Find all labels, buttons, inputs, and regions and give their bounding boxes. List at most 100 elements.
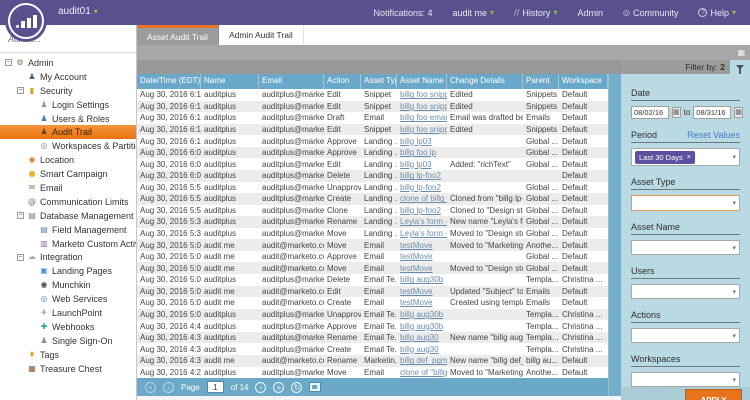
table-row[interactable]: Aug 30, 2016 6:11 PMauditplusauditplus@m… bbox=[137, 124, 608, 136]
tab-admin-audit-trail[interactable]: Admin Audit Trail bbox=[219, 25, 304, 45]
cell-asset-name[interactable]: billg lp-foo2 bbox=[397, 183, 447, 192]
top-menu-history[interactable]: //History▾ bbox=[514, 8, 557, 18]
cell-asset-name[interactable]: billg aug30b bbox=[397, 322, 447, 331]
sidebar-item-admin[interactable]: −⚙Admin bbox=[0, 56, 136, 70]
cell-asset-name[interactable]: billg lp03 bbox=[397, 137, 447, 146]
sidebar-item-web-services[interactable]: ◎Web Services bbox=[0, 292, 136, 306]
asset-name-select[interactable]: ▾ bbox=[631, 240, 740, 255]
cell-asset-name[interactable]: testMove bbox=[397, 252, 447, 261]
tree-collapse-toggle[interactable]: − bbox=[5, 59, 12, 66]
remove-tag-icon[interactable]: × bbox=[687, 154, 691, 161]
table-row[interactable]: Aug 30, 2016 4:38 PMauditplusauditplus@m… bbox=[137, 343, 608, 355]
sidebar-item-workspaces-partitions[interactable]: ◎Workspaces & Partitions bbox=[0, 139, 136, 153]
table-row[interactable]: Aug 30, 2016 6:13 PMauditplusauditplus@m… bbox=[137, 89, 608, 101]
table-row[interactable]: Aug 30, 2016 4:31 PMaudit meaudit@market… bbox=[137, 355, 608, 367]
sidebar-item-audit-trail[interactable]: ♟Audit Trail bbox=[0, 125, 136, 139]
cell-asset-name[interactable]: testMove bbox=[397, 287, 447, 296]
table-row[interactable]: Aug 30, 2016 6:07 PMauditplusauditplus@m… bbox=[137, 158, 608, 170]
calendar-icon[interactable]: ▦ bbox=[737, 48, 745, 57]
date-from-calendar-icon[interactable]: ▦ bbox=[672, 107, 681, 118]
table-row[interactable]: Aug 30, 2016 4:27 PMauditplusauditplus@m… bbox=[137, 367, 608, 379]
sidebar-item-email[interactable]: ✉Email bbox=[0, 181, 136, 195]
reset-values-link[interactable]: Reset Values bbox=[687, 130, 740, 140]
actions-select[interactable]: ▾ bbox=[631, 328, 740, 343]
table-row[interactable]: Aug 30, 2016 5:34 PMauditplusauditplus@m… bbox=[137, 216, 608, 228]
export-icon[interactable] bbox=[309, 382, 321, 392]
cell-asset-name[interactable]: testMove bbox=[397, 298, 447, 307]
tab-asset-audit-trail[interactable]: Asset Audit Trail bbox=[137, 25, 219, 45]
sidebar-item-marketo-custom-activities[interactable]: ▥Marketo Custom Activities bbox=[0, 237, 136, 251]
cell-asset-name[interactable]: billg lp-foo2 bbox=[397, 206, 447, 215]
column-header-date-time-edt[interactable]: Date/Time (EDT)▾ bbox=[137, 74, 201, 89]
date-from-input[interactable] bbox=[631, 106, 669, 119]
cell-asset-name[interactable]: clone of "billg f... bbox=[397, 368, 447, 377]
top-menu-help[interactable]: ?Help▾ bbox=[698, 8, 736, 18]
asset-type-select[interactable]: ▾ bbox=[631, 195, 740, 211]
cell-asset-name[interactable]: clone of billg lp... bbox=[397, 194, 447, 203]
sidebar-item-landing-pages[interactable]: ▣Landing Pages bbox=[0, 264, 136, 278]
sidebar-item-login-settings[interactable]: ♟Login Settings bbox=[0, 98, 136, 112]
cell-asset-name[interactable]: billg aug30b bbox=[397, 310, 447, 319]
sidebar-item-smart-campaign[interactable]: ●Smart Campaign bbox=[0, 167, 136, 181]
cell-asset-name[interactable]: billg lp03 bbox=[397, 160, 447, 169]
table-row[interactable]: Aug 30, 2016 6:06 PMauditplusauditplus@m… bbox=[137, 170, 608, 182]
cell-asset-name[interactable]: billg foo snippet bbox=[397, 90, 447, 99]
prev-page-button[interactable]: ‹ bbox=[163, 382, 174, 393]
table-row[interactable]: Aug 30, 2016 4:40 PMauditplusauditplus@m… bbox=[137, 320, 608, 332]
sidebar-item-treasure-chest[interactable]: ▦Treasure Chest bbox=[0, 362, 136, 376]
cell-asset-name[interactable]: billg foo snippe... bbox=[397, 125, 447, 134]
cell-asset-name[interactable]: billg foo lp bbox=[397, 148, 447, 157]
top-menu-admin[interactable]: Admin bbox=[577, 8, 603, 18]
next-page-button[interactable]: › bbox=[255, 382, 266, 393]
cell-asset-name[interactable]: billg foo email 03 bbox=[397, 113, 447, 122]
sidebar-item-single-sign-on[interactable]: ♟Single Sign-On bbox=[0, 334, 136, 348]
last-page-button[interactable]: » bbox=[273, 382, 284, 393]
column-header-asset-name[interactable]: Asset Name bbox=[397, 74, 447, 89]
table-row[interactable]: Aug 30, 2016 6:13 PMauditplusauditplus@m… bbox=[137, 101, 608, 113]
marketo-logo-icon[interactable] bbox=[8, 3, 44, 39]
sidebar-item-location[interactable]: ◉Location bbox=[0, 153, 136, 167]
sidebar-item-communication-limits[interactable]: @Communication Limits bbox=[0, 195, 136, 209]
table-row[interactable]: Aug 30, 2016 5:01 PMaudit meaudit@market… bbox=[137, 297, 608, 309]
period-select[interactable]: Last 30 Days × ▾ bbox=[631, 148, 740, 166]
apply-button[interactable]: APPLY bbox=[685, 389, 742, 400]
first-page-button[interactable]: « bbox=[145, 382, 156, 393]
table-row[interactable]: Aug 30, 2016 5:52 PMauditplusauditplus@m… bbox=[137, 205, 608, 217]
table-row[interactable]: Aug 30, 2016 5:03 PMaudit meaudit@market… bbox=[137, 239, 608, 251]
table-row[interactable]: Aug 30, 2016 5:03 PMaudit meaudit@market… bbox=[137, 251, 608, 263]
sidebar-item-database-management[interactable]: −▤Database Management bbox=[0, 209, 136, 223]
table-row[interactable]: Aug 30, 2016 5:02 PMaudit meaudit@market… bbox=[137, 286, 608, 298]
sidebar-item-tags[interactable]: ♦Tags bbox=[0, 348, 136, 362]
account-menu[interactable]: audit01▾ bbox=[58, 6, 98, 17]
sidebar-item-webhooks[interactable]: ✚Webhooks bbox=[0, 320, 136, 334]
workspaces-select[interactable]: ▾ bbox=[631, 372, 740, 387]
table-row[interactable]: Aug 30, 2016 5:30 PMauditplusauditplus@m… bbox=[137, 228, 608, 240]
notifications-link[interactable]: Notifications: 4 bbox=[373, 8, 432, 18]
table-row[interactable]: Aug 30, 2016 5:02 PMauditplusauditplus@m… bbox=[137, 274, 608, 286]
cell-asset-name[interactable]: billg lp-foo2 bbox=[397, 171, 447, 180]
column-header-workspace[interactable]: Workspace bbox=[559, 74, 608, 89]
table-row[interactable]: Aug 30, 2016 5:02 PMaudit meaudit@market… bbox=[137, 262, 608, 274]
sidebar-item-users-roles[interactable]: ♟Users & Roles bbox=[0, 112, 136, 126]
tree-collapse-toggle[interactable]: − bbox=[17, 212, 24, 219]
filter-funnel-button[interactable] bbox=[730, 60, 750, 74]
users-select[interactable]: ▾ bbox=[631, 284, 740, 299]
cell-asset-name[interactable]: billg aug30b bbox=[397, 275, 447, 284]
table-row[interactable]: Aug 30, 2016 4:39 PMauditplusauditplus@m… bbox=[137, 332, 608, 344]
top-menu-community[interactable]: ◎Community bbox=[623, 8, 679, 18]
cell-asset-name[interactable]: billg def_pgm_... bbox=[397, 356, 447, 365]
table-row[interactable]: Aug 30, 2016 6:11 PMauditplusauditplus@m… bbox=[137, 112, 608, 124]
cell-asset-name[interactable]: testMove bbox=[397, 241, 447, 250]
cell-asset-name[interactable]: billg foo snippet bbox=[397, 102, 447, 111]
date-to-calendar-icon[interactable]: ▦ bbox=[734, 107, 743, 118]
tree-collapse-toggle[interactable]: − bbox=[17, 254, 24, 261]
vertical-scrollbar[interactable] bbox=[608, 74, 621, 396]
cell-asset-name[interactable]: testMove bbox=[397, 264, 447, 273]
table-row[interactable]: Aug 30, 2016 5:01 PMauditplusauditplus@m… bbox=[137, 309, 608, 321]
sidebar-item-launchpoint[interactable]: ✈LaunchPoint bbox=[0, 306, 136, 320]
table-row[interactable]: Aug 30, 2016 6:10 PMauditplusauditplus@m… bbox=[137, 135, 608, 147]
column-header-name[interactable]: Name bbox=[201, 74, 259, 89]
column-header-asset-type[interactable]: Asset Type bbox=[361, 74, 397, 89]
sidebar-item-integration[interactable]: −☁Integration bbox=[0, 250, 136, 264]
sidebar-item-munchkin[interactable]: ◉Munchkin bbox=[0, 278, 136, 292]
